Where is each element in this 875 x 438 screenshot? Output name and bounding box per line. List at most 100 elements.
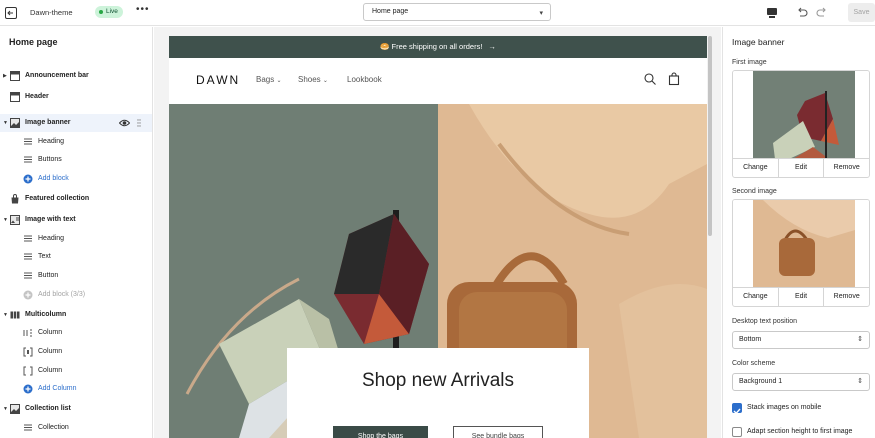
settings-panel: Image banner First image Change Edit Rem… — [722, 27, 875, 438]
device-preview-icon[interactable] — [765, 6, 779, 20]
column-icon — [23, 347, 33, 357]
change-image-button[interactable]: Change — [733, 288, 779, 306]
sidebar-block-text[interactable]: Text — [0, 248, 152, 266]
nav-item-bags[interactable]: Bags ⌄ — [256, 75, 282, 84]
more-options-button[interactable]: ••• — [136, 4, 150, 15]
columns-icon — [10, 311, 20, 319]
sidebar-block-button[interactable]: Button — [0, 267, 152, 285]
sidebar-item-collection-list[interactable]: ▼ Collection list — [0, 400, 152, 418]
sidebar-item-label: Add block (3/3) — [38, 291, 86, 298]
text-lines-icon — [24, 272, 32, 279]
sidebar-block-column[interactable]: Column — [0, 362, 152, 380]
sidebar-item-label: Header — [25, 93, 49, 100]
store-logo[interactable]: DAWN — [196, 73, 240, 87]
sidebar-block-heading[interactable]: Heading — [0, 230, 152, 248]
edit-image-button[interactable]: Edit — [779, 288, 825, 306]
add-circle-icon — [23, 384, 33, 394]
shop-bags-button[interactable]: Shop the bags — [333, 426, 428, 438]
nav-item-shoes[interactable]: Shoes ⌄ — [298, 75, 328, 84]
arrow-right-icon: → — [488, 42, 496, 51]
sidebar-item-header[interactable]: Header — [0, 88, 152, 106]
text-lines-icon — [24, 235, 32, 242]
stack-images-checkbox[interactable] — [732, 403, 742, 415]
banner-content-box: Shop new Arrivals Shop the bags See bund… — [287, 348, 589, 438]
sidebar-item-label: Text — [38, 253, 51, 260]
sidebar-item-label: Column — [38, 348, 63, 355]
sidebar-block-column[interactable]: Column — [0, 343, 152, 361]
add-column-button[interactable]: Add Column — [0, 380, 152, 398]
checkmark-icon — [733, 408, 741, 415]
add-block-button[interactable]: Add block — [0, 170, 152, 188]
adapt-height-label: Adapt section height to first image — [747, 428, 853, 435]
first-image-actions: Change Edit Remove — [733, 158, 869, 177]
top-bar: Dawn-theme Live ••• Home page ▾ Save — [0, 0, 875, 26]
sidebar-item-label: Column — [38, 367, 63, 374]
color-scheme-label: Color scheme — [732, 360, 776, 367]
page-select[interactable]: Home page ▾ — [363, 3, 551, 21]
second-image-label: Second image — [732, 188, 777, 195]
sidebar-item-image-banner[interactable]: ▼ Image banner — [0, 114, 152, 132]
first-image-thumbnail[interactable] — [733, 71, 869, 159]
desktop-position-label: Desktop text position — [732, 318, 797, 325]
save-button[interactable]: Save — [848, 3, 875, 22]
sidebar-item-label: Heading — [38, 235, 65, 242]
bag-icon — [11, 194, 19, 204]
store-preview: 🥯 Free shipping on all orders! → DAWN Bag… — [169, 36, 707, 438]
column-icon — [23, 366, 33, 376]
text-lines-icon — [24, 253, 32, 260]
search-icon[interactable] — [643, 72, 657, 86]
chevron-down-icon: ⌄ — [276, 78, 282, 84]
nav-label: Shoes — [298, 75, 321, 84]
sidebar-item-announcement-bar[interactable]: ▶ Announcement bar — [0, 67, 152, 85]
announcement-bar[interactable]: 🥯 Free shipping on all orders! → — [169, 36, 707, 58]
image-icon — [10, 404, 20, 414]
nav-item-lookbook[interactable]: Lookbook — [347, 75, 382, 84]
edit-image-button[interactable]: Edit — [779, 159, 825, 177]
second-image-actions: Change Edit Remove — [733, 287, 869, 306]
status-badge: Live — [95, 6, 123, 18]
sidebar-item-label: Heading — [38, 138, 65, 145]
second-image-thumbnail[interactable] — [733, 200, 869, 288]
sidebar-item-label: Add Column — [38, 385, 77, 392]
color-scheme-value: Background 1 — [739, 378, 783, 385]
exit-icon[interactable] — [4, 6, 18, 20]
page-select-value: Home page — [372, 8, 409, 15]
caret-down-icon[interactable]: ▼ — [3, 211, 8, 229]
layout-icon — [10, 71, 20, 81]
undo-icon[interactable] — [795, 6, 809, 20]
sidebar-item-label: Multicolumn — [25, 311, 67, 318]
sidebar-block-collection[interactable]: Collection — [0, 419, 152, 437]
redo-icon[interactable] — [815, 6, 829, 20]
remove-image-button[interactable]: Remove — [824, 288, 869, 306]
sidebar-item-featured-collection[interactable]: Featured collection — [0, 190, 152, 208]
select-arrows-icon: ⇕ — [857, 378, 863, 385]
sidebar-item-image-with-text[interactable]: ▼ Image with text — [0, 211, 152, 229]
adapt-height-checkbox[interactable] — [732, 427, 742, 437]
caret-down-icon[interactable]: ▼ — [3, 114, 8, 132]
second-image-picker: Change Edit Remove — [732, 199, 870, 307]
text-lines-icon — [24, 424, 32, 431]
sidebar-block-column[interactable]: Column — [0, 324, 152, 342]
sidebar-block-buttons[interactable]: Buttons — [0, 151, 152, 169]
caret-down-icon[interactable]: ▼ — [3, 400, 8, 418]
desktop-position-select[interactable]: Bottom ⇕ — [732, 331, 870, 349]
caret-down-icon[interactable]: ▼ — [3, 306, 8, 324]
caret-right-icon[interactable]: ▶ — [3, 67, 7, 85]
color-scheme-select[interactable]: Background 1 ⇕ — [732, 373, 870, 391]
remove-image-button[interactable]: Remove — [824, 159, 869, 177]
header-icon — [10, 92, 20, 102]
add-circle-icon — [23, 174, 33, 184]
column-icon — [23, 329, 32, 337]
bundle-bags-button[interactable]: See bundle bags — [453, 426, 543, 438]
drag-handle-icon[interactable] — [137, 119, 141, 127]
sidebar-item-label: Add block — [38, 175, 69, 182]
sidebar-block-heading[interactable]: Heading — [0, 133, 152, 151]
image-banner[interactable]: Shop new Arrivals Shop the bags See bund… — [169, 104, 707, 438]
change-image-button[interactable]: Change — [733, 159, 779, 177]
eye-icon[interactable] — [119, 118, 130, 128]
preview-scrollbar[interactable] — [708, 36, 712, 236]
sidebar-item-multicolumn[interactable]: ▼ Multicolumn — [0, 306, 152, 324]
sidebar-title: Home page — [9, 37, 58, 47]
sidebar-item-label: Collection — [38, 424, 69, 431]
cart-icon[interactable] — [667, 72, 681, 86]
